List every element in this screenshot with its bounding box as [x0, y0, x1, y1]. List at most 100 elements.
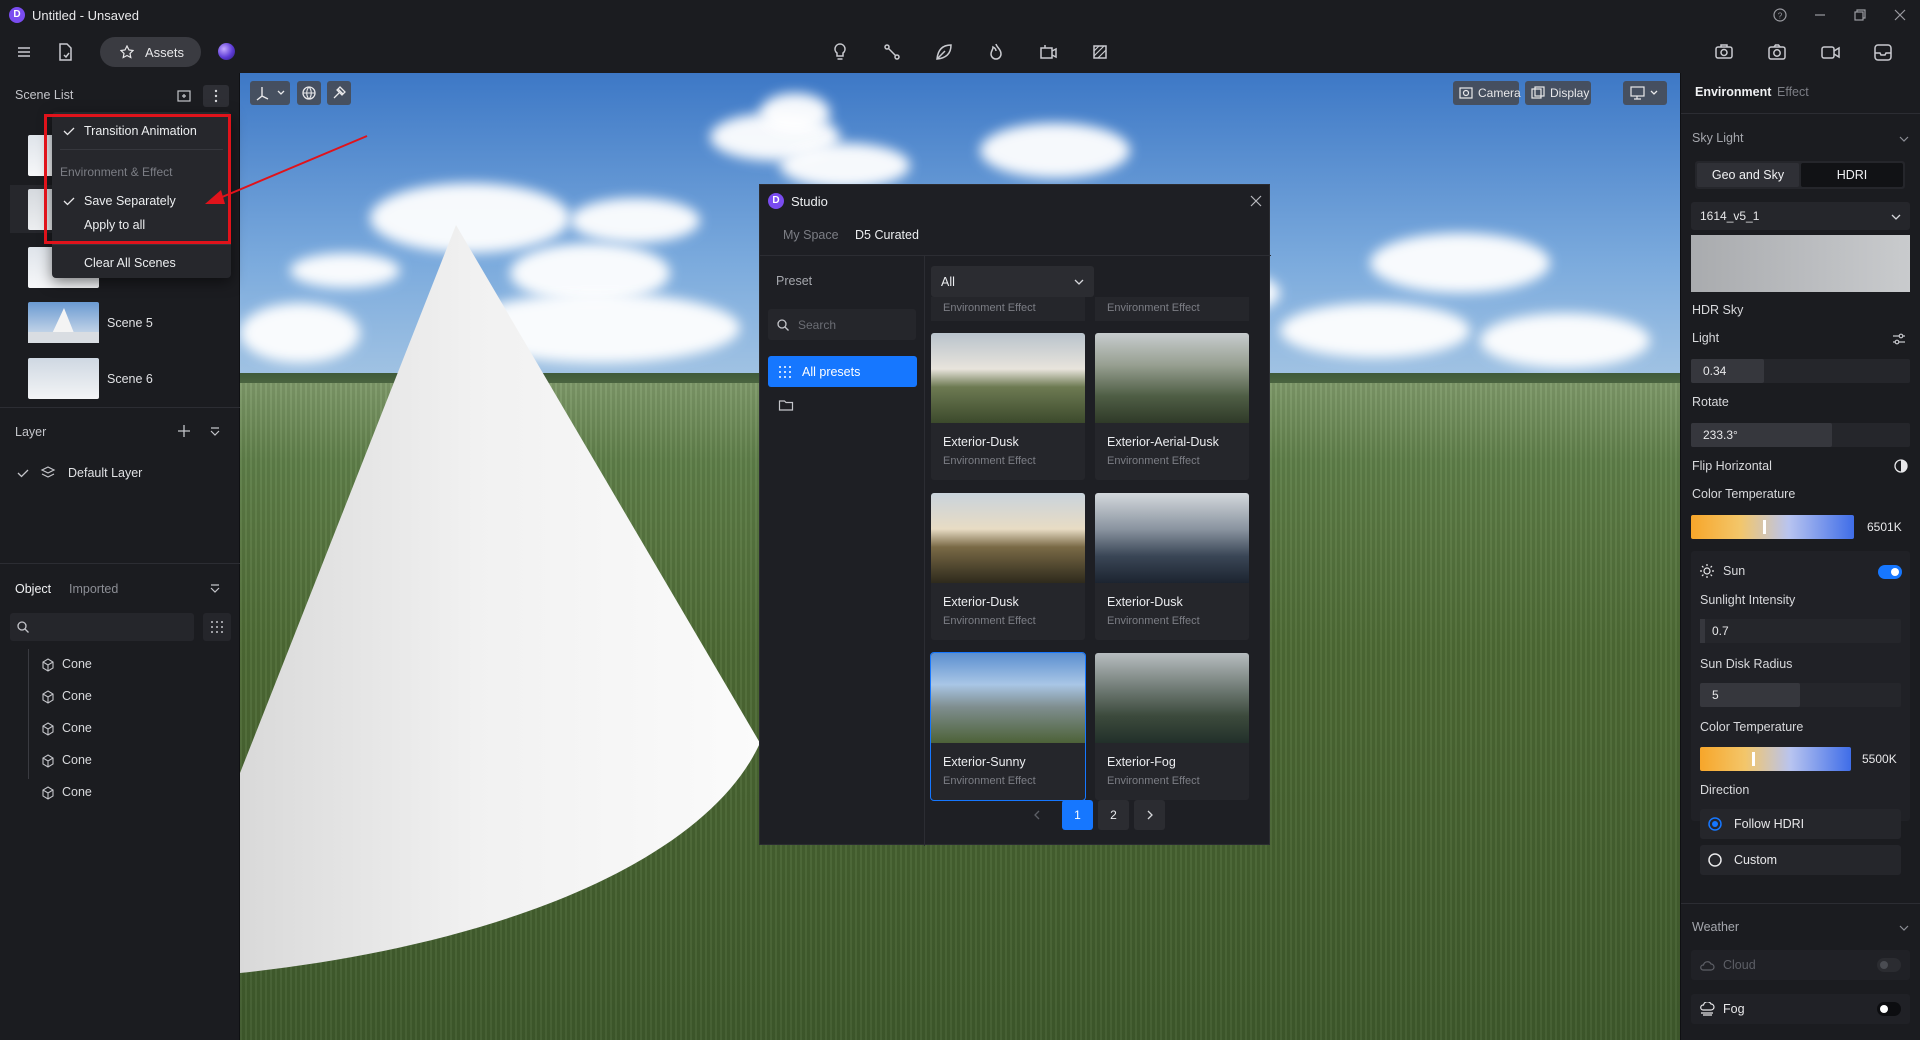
add-layer-icon[interactable]: [176, 423, 192, 439]
sun-disk-radius-value: 5: [1712, 688, 1719, 702]
add-scene-icon[interactable]: [176, 88, 192, 104]
fog-icon: [1700, 1002, 1715, 1016]
object-collapse-icon[interactable]: [208, 582, 222, 596]
page-2-button[interactable]: 2: [1098, 800, 1129, 830]
camera-view-button[interactable]: Camera: [1453, 81, 1521, 105]
restore-icon[interactable]: [1851, 6, 1869, 24]
divider: [924, 256, 925, 846]
axis-tool-button[interactable]: [250, 81, 290, 105]
tab-imported[interactable]: Imported: [69, 582, 118, 596]
sun-disk-radius-label: Sun Disk Radius: [1700, 657, 1793, 671]
radio-selected-icon: [1708, 817, 1722, 831]
divider: [1681, 113, 1920, 114]
render-icon[interactable]: [1713, 41, 1735, 63]
menu-icon[interactable]: [13, 41, 35, 63]
cone-object[interactable]: [240, 213, 760, 1040]
leaf-icon[interactable]: [933, 41, 955, 63]
preset-card-selected[interactable]: Exterior-Sunny Environment Effect: [930, 652, 1086, 801]
cube-icon: [42, 690, 54, 704]
page-1-button[interactable]: 1: [1062, 800, 1093, 830]
tab-object[interactable]: Object: [15, 582, 51, 596]
path-icon[interactable]: [881, 41, 903, 63]
color-temperature-slider[interactable]: [1691, 515, 1854, 539]
slider-handle[interactable]: [1763, 520, 1766, 534]
folder-icon[interactable]: [778, 397, 794, 413]
card-title: Exterior-Fog: [1107, 755, 1176, 769]
layer-collapse-icon[interactable]: [208, 425, 222, 439]
chevron-down-icon[interactable]: [1899, 134, 1909, 144]
check-icon[interactable]: [16, 466, 30, 480]
pin-tool-icon[interactable]: [327, 81, 351, 105]
follow-hdri-option[interactable]: Follow HDRI: [1700, 809, 1901, 839]
adjust-icon[interactable]: [1891, 331, 1907, 347]
tab-effect[interactable]: Effect: [1777, 85, 1809, 99]
fire-icon[interactable]: [985, 41, 1007, 63]
grid-view-icon[interactable]: [203, 613, 231, 641]
sunlight-intensity-value: 0.7: [1712, 624, 1729, 638]
viewport-settings-button[interactable]: [1623, 81, 1667, 105]
hdri-select[interactable]: 1614_v5_1: [1691, 202, 1910, 230]
contrast-icon[interactable]: [1893, 458, 1909, 474]
video-icon[interactable]: [1819, 41, 1841, 63]
scene-row[interactable]: Scene 5: [10, 297, 230, 349]
tab-my-space[interactable]: My Space: [783, 228, 839, 242]
filter-value: All: [941, 275, 955, 289]
globe-icon[interactable]: [297, 81, 321, 105]
card-subtitle: Environment Effect: [943, 775, 1036, 787]
help-icon[interactable]: ?: [1771, 6, 1789, 24]
minimize-icon[interactable]: [1811, 6, 1829, 24]
all-presets-item[interactable]: All presets: [768, 356, 917, 387]
rotate-slider[interactable]: 233.3°: [1691, 423, 1910, 447]
card-title: Exterior-Dusk: [943, 595, 1019, 609]
preset-card-partial[interactable]: Environment Effect: [1095, 297, 1249, 321]
ai-orb-icon[interactable]: [218, 43, 235, 60]
cloud-toggle[interactable]: [1877, 958, 1901, 972]
chevron-down-icon[interactable]: [1899, 923, 1909, 933]
seg-geo-and-sky[interactable]: Geo and Sky: [1697, 163, 1799, 187]
default-layer-label[interactable]: Default Layer: [68, 466, 142, 480]
sun-toggle[interactable]: [1878, 565, 1902, 579]
light-icon[interactable]: [829, 41, 851, 63]
rotate-value: 233.3°: [1703, 428, 1738, 442]
preset-card-partial[interactable]: Environment Effect: [931, 297, 1085, 321]
sunlight-intensity-slider[interactable]: 0.7: [1700, 619, 1901, 643]
tab-d5-curated[interactable]: D5 Curated: [855, 228, 919, 242]
sky-mode-segmented: Geo and Sky HDRI: [1695, 161, 1905, 189]
cube-icon: [42, 754, 54, 768]
camera-icon[interactable]: [1766, 41, 1788, 63]
close-icon[interactable]: [1891, 6, 1909, 24]
file-sync-icon[interactable]: [54, 41, 76, 63]
vr-icon[interactable]: [1037, 41, 1059, 63]
prev-page-icon[interactable]: [1028, 806, 1046, 824]
display-button[interactable]: Display: [1525, 81, 1591, 105]
scene-row[interactable]: Scene 6: [10, 353, 230, 405]
sun-color-temperature-slider[interactable]: [1700, 747, 1851, 771]
inbox-icon[interactable]: [1872, 41, 1894, 63]
sun-color-temperature-label: Color Temperature: [1700, 720, 1804, 734]
assets-button[interactable]: Assets: [100, 37, 201, 67]
seg-hdri[interactable]: HDRI: [1801, 163, 1903, 187]
light-slider[interactable]: 0.34: [1691, 359, 1910, 383]
fog-toggle[interactable]: [1877, 1002, 1901, 1016]
menu-item-clear-all-scenes[interactable]: Clear All Scenes: [84, 256, 176, 270]
scene-list-title: Scene List: [15, 88, 74, 102]
preset-card[interactable]: Exterior-Aerial-Dusk Environment Effect: [1095, 333, 1249, 480]
hdri-preview: [1691, 235, 1910, 292]
object-search-input[interactable]: [10, 613, 194, 641]
scene-more-icon[interactable]: [203, 85, 229, 107]
frame-icon[interactable]: [1089, 41, 1111, 63]
preset-card[interactable]: Exterior-Dusk Environment Effect: [931, 493, 1085, 640]
custom-option[interactable]: Custom: [1700, 845, 1901, 875]
fog-label: Fog: [1723, 1002, 1745, 1016]
tab-environment[interactable]: Environment: [1695, 85, 1771, 99]
filter-select[interactable]: All: [931, 266, 1094, 297]
slider-handle[interactable]: [1752, 752, 1755, 766]
studio-close-icon[interactable]: [1248, 193, 1264, 209]
preset-card[interactable]: Exterior-Dusk Environment Effect: [931, 333, 1085, 480]
next-page-icon[interactable]: [1134, 800, 1165, 830]
preset-card[interactable]: Exterior-Fog Environment Effect: [1095, 653, 1249, 800]
sun-disk-radius-slider[interactable]: 5: [1700, 683, 1901, 707]
preset-search-input[interactable]: Search: [768, 309, 916, 340]
preset-card[interactable]: Exterior-Dusk Environment Effect: [1095, 493, 1249, 640]
search-icon: [777, 319, 789, 331]
